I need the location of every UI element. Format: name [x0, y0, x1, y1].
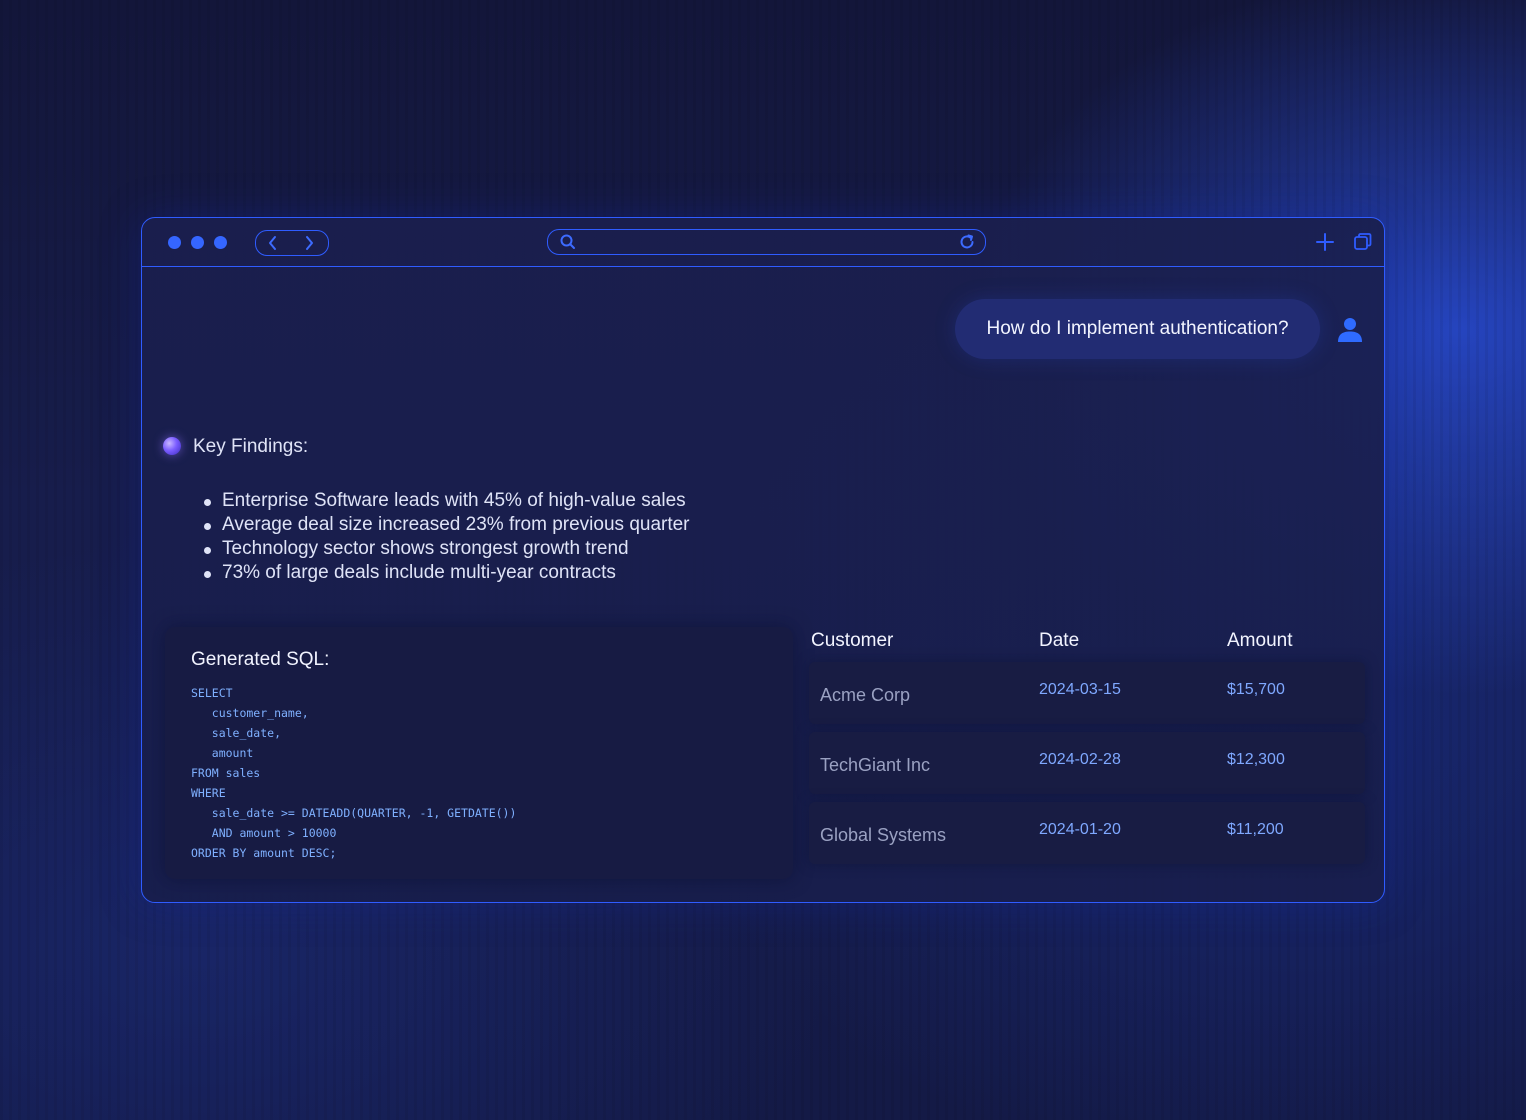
- window-dot-icon[interactable]: [214, 236, 227, 249]
- search-icon[interactable]: [558, 232, 578, 252]
- browser-toolbar: [142, 218, 1384, 267]
- sql-title: Generated SQL:: [191, 649, 330, 670]
- column-header-customer: Customer: [811, 630, 894, 651]
- cell-date: 2024-03-15: [1039, 681, 1121, 698]
- column-header-amount: Amount: [1227, 630, 1293, 651]
- user-message-bubble: How do I implement authentication?: [955, 299, 1320, 359]
- cell-amount: $15,700: [1227, 681, 1285, 698]
- table-header: Customer Date Amount: [809, 622, 1365, 662]
- results-table: Customer Date Amount Acme Corp 2024-03-1…: [809, 622, 1365, 872]
- chevron-left-icon[interactable]: [262, 233, 284, 253]
- assistant-avatar: [163, 437, 181, 455]
- table-row[interactable]: Global Systems 2024-01-20 $11,200: [809, 802, 1365, 864]
- browser-window: How do I implement authentication? Key F…: [141, 217, 1385, 903]
- plus-icon[interactable]: [1314, 231, 1336, 253]
- cell-customer: TechGiant Inc: [820, 755, 931, 775]
- cell-date: 2024-01-20: [1039, 821, 1121, 838]
- window-dot-icon[interactable]: [168, 236, 181, 249]
- findings-list: Enterprise Software leads with 45% of hi…: [204, 489, 690, 585]
- cell-amount: $11,200: [1227, 821, 1284, 838]
- refresh-icon[interactable]: [957, 232, 977, 252]
- cell-customer: Acme Corp: [820, 685, 911, 705]
- nav-button-group: [255, 230, 329, 256]
- table-row[interactable]: TechGiant Inc 2024-02-28 $12,300: [809, 732, 1365, 794]
- tabs-icon[interactable]: [1352, 231, 1374, 253]
- user-message-text: How do I implement authentication?: [986, 318, 1289, 339]
- column-header-date: Date: [1039, 630, 1080, 651]
- cell-customer: Global Systems: [820, 825, 947, 845]
- list-item: Technology sector shows strongest growth…: [204, 537, 690, 561]
- address-bar[interactable]: [547, 229, 986, 255]
- list-item: 73% of large deals include multi-year co…: [204, 561, 690, 585]
- list-item: Average deal size increased 23% from pre…: [204, 513, 690, 537]
- findings-title: Key Findings:: [193, 436, 309, 457]
- window-dot-icon[interactable]: [191, 236, 204, 249]
- list-item: Enterprise Software leads with 45% of hi…: [204, 489, 690, 513]
- table-row[interactable]: Acme Corp 2024-03-15 $15,700: [809, 662, 1365, 724]
- sql-code-block: SELECT customer_name, sale_date, amount …: [191, 686, 517, 860]
- user-icon: [1335, 315, 1365, 345]
- sql-card: Generated SQL: SELECT customer_name, sal…: [165, 627, 793, 879]
- cell-date: 2024-02-28: [1039, 751, 1121, 768]
- cell-amount: $12,300: [1227, 751, 1285, 768]
- chevron-right-icon[interactable]: [298, 233, 320, 253]
